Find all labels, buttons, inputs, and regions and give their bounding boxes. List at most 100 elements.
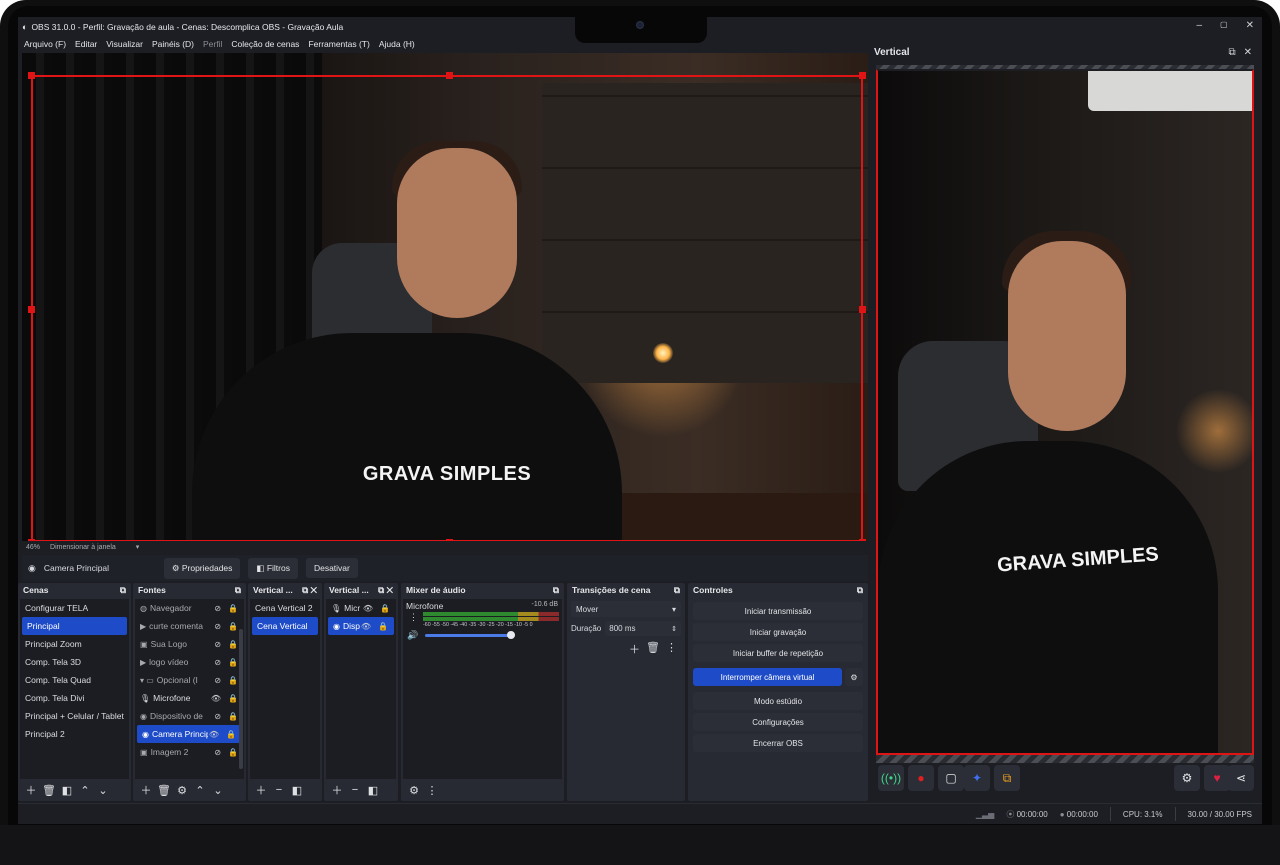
scene-item[interactable]: Principal xyxy=(22,617,127,635)
volume-slider[interactable] xyxy=(425,634,515,637)
source-settings-button[interactable]: ⚙ xyxy=(175,783,189,797)
lock-icon[interactable]: 🔒 xyxy=(228,694,238,703)
filters-icon[interactable]: ◧ xyxy=(366,783,380,797)
menu-edit[interactable]: Editar xyxy=(75,39,97,49)
scene-item[interactable]: Comp. Tela 3D xyxy=(20,653,129,671)
eye-hidden-icon[interactable]: ⊘ xyxy=(214,712,221,721)
start-streaming-button[interactable]: Iniciar transmissão xyxy=(693,602,863,620)
studio-mode-vertical-button[interactable]: ⧉ xyxy=(994,765,1020,791)
speaker-icon[interactable]: 🔊 xyxy=(407,630,418,641)
stop-virtual-camera-button[interactable]: Interromper câmera virtual xyxy=(693,668,842,686)
resize-handle[interactable] xyxy=(28,72,35,79)
source-item[interactable]: ▶ logo vídeo ⊘ 🔒 xyxy=(135,653,244,671)
undock-icon[interactable]: ⧉ xyxy=(1228,47,1235,58)
move-up-button[interactable]: ⌃ xyxy=(78,783,92,797)
scene-item[interactable]: Principal Zoom xyxy=(20,635,129,653)
vertical-scene-item[interactable]: Cena Vertical xyxy=(252,617,318,635)
add-transition-button[interactable]: ＋ xyxy=(629,641,640,657)
remove-button[interactable]: − xyxy=(348,783,362,797)
add-source-button[interactable]: ＋ xyxy=(139,783,153,797)
source-item[interactable]: ◉ Dispositivo de ⊘ 🔒 xyxy=(135,707,244,725)
add-button[interactable]: ＋ xyxy=(254,783,268,797)
selection-box[interactable] xyxy=(31,75,863,541)
close-icon[interactable]: ✕ xyxy=(1244,47,1252,58)
menu-profile[interactable]: Perfil xyxy=(203,39,222,49)
settings-button[interactable]: Configurações xyxy=(693,713,863,731)
maximize-button[interactable]: ▢ xyxy=(1220,20,1228,31)
main-preview[interactable]: GRAVA SIMPLES xyxy=(22,53,868,541)
zoom-mode[interactable]: Dimensionar à janela xyxy=(50,544,116,551)
add-scene-button[interactable]: ＋ xyxy=(24,783,38,797)
lock-icon[interactable]: 🔒 xyxy=(228,640,238,649)
lock-icon[interactable]: 🔒 xyxy=(226,730,236,739)
properties-button[interactable]: ⚙ Propriedades xyxy=(163,557,241,579)
remove-source-button[interactable]: 🗑 xyxy=(157,783,171,797)
lock-icon[interactable]: 🔒 xyxy=(228,712,238,721)
scene-item[interactable]: Principal 2 xyxy=(20,725,129,743)
minimize-button[interactable]: – xyxy=(1196,20,1202,31)
filters-icon[interactable]: ◧ xyxy=(290,783,304,797)
undock-icon[interactable]: ⧉ xyxy=(674,585,680,596)
mixer-menu-button[interactable]: ⋮ xyxy=(425,783,439,797)
vertical-scene-item[interactable]: Cena Vertical 2 xyxy=(250,599,320,617)
eye-icon[interactable]: 👁 xyxy=(209,730,219,739)
scene-item[interactable]: Comp. Tela Divi xyxy=(20,689,129,707)
eye-hidden-icon[interactable]: ⊘ xyxy=(214,676,221,685)
eye-icon[interactable]: 👁 xyxy=(211,694,221,703)
studio-mode-button[interactable]: Modo estúdio xyxy=(693,692,863,710)
add-button[interactable]: ＋ xyxy=(330,783,344,797)
menu-help[interactable]: Ajuda (H) xyxy=(379,39,415,49)
deactivate-button[interactable]: Desativar xyxy=(305,558,358,578)
lock-icon[interactable]: 🔒 xyxy=(378,622,388,631)
lock-icon[interactable]: 🔒 xyxy=(228,676,238,685)
remove-transition-button[interactable]: 🗑 xyxy=(646,641,660,657)
source-item[interactable]: ◉ Camera Princip 👁 🔒 xyxy=(137,725,242,743)
move-down-button[interactable]: ⌄ xyxy=(211,783,225,797)
vertical-source-item[interactable]: 🎙 Micr 👁 🔒 xyxy=(326,599,396,617)
lock-icon[interactable]: 🔒 xyxy=(228,622,238,631)
start-replay-buffer-button[interactable]: Iniciar buffer de repetição xyxy=(693,644,863,662)
stream-vertical-button[interactable]: ((•)) xyxy=(878,765,904,791)
dock-buttons[interactable]: ⧉ ✕ xyxy=(378,585,393,596)
heart-icon[interactable]: ♥ xyxy=(1204,765,1230,791)
resize-handle[interactable] xyxy=(446,72,453,79)
resize-handle[interactable] xyxy=(859,306,866,313)
volume-slider-handle[interactable] xyxy=(507,631,515,639)
eye-hidden-icon[interactable]: ⊘ xyxy=(214,640,221,649)
menu-docks[interactable]: Painéis (D) xyxy=(152,39,194,49)
undock-icon[interactable]: ⧉ xyxy=(857,585,863,596)
scene-item[interactable]: Configurar TELA xyxy=(20,599,129,617)
undock-icon[interactable]: ⧉ xyxy=(235,585,241,596)
replay-buffer-button[interactable]: ▢ xyxy=(938,765,964,791)
virtual-camera-settings-button[interactable]: ⚙ xyxy=(845,668,863,686)
remove-button[interactable]: − xyxy=(272,783,286,797)
source-item[interactable]: ▣ Imagem 2 ⊘ 🔒 xyxy=(135,743,244,761)
source-item[interactable]: 🎙 Microfone 👁 🔒 xyxy=(135,689,244,707)
resize-handle[interactable] xyxy=(859,72,866,79)
vertical-source-item[interactable]: ◉ Disp 👁 🔒 xyxy=(328,617,394,635)
scene-item[interactable]: Principal + Celular / Tablet xyxy=(20,707,129,725)
vertical-preview[interactable]: GRAVA SIMPLES xyxy=(876,69,1254,755)
menu-view[interactable]: Visualizar xyxy=(106,39,143,49)
mixer-menu-icon[interactable]: ⋮ xyxy=(409,612,418,623)
eye-icon[interactable]: 👁 xyxy=(363,604,373,613)
lock-icon[interactable]: 🔒 xyxy=(380,604,390,613)
share-icon[interactable]: ⋖ xyxy=(1228,765,1254,791)
resize-handle[interactable] xyxy=(28,306,35,313)
eye-hidden-icon[interactable]: ⊘ xyxy=(214,658,221,667)
filters-icon[interactable]: ◧ xyxy=(60,783,74,797)
eye-hidden-icon[interactable]: ⊘ xyxy=(214,748,221,757)
lock-icon[interactable]: 🔒 xyxy=(228,748,238,757)
duration-input[interactable]: 800 ms ⇕ xyxy=(605,621,681,636)
undock-icon[interactable]: ⧉ xyxy=(120,585,126,596)
source-item[interactable]: ◍ Navegador ⊘ 🔒 xyxy=(135,599,244,617)
settings-icon[interactable]: ⚙ xyxy=(1174,765,1200,791)
source-item[interactable]: ▣ Sua Logo ⊘ 🔒 xyxy=(135,635,244,653)
filters-button[interactable]: ◧ Filtros xyxy=(248,557,298,579)
virtual-camera-button[interactable]: ✦ xyxy=(964,765,990,791)
source-item[interactable]: ▶ curte comenta ⊘ 🔒 xyxy=(135,617,244,635)
lock-icon[interactable]: 🔒 xyxy=(228,658,238,667)
exit-obs-button[interactable]: Encerrar OBS xyxy=(693,734,863,752)
menu-tools[interactable]: Ferramentas (T) xyxy=(308,39,369,49)
source-item[interactable]: ▾ ▭ Opcional (I ⊘ 🔒 xyxy=(135,671,244,689)
